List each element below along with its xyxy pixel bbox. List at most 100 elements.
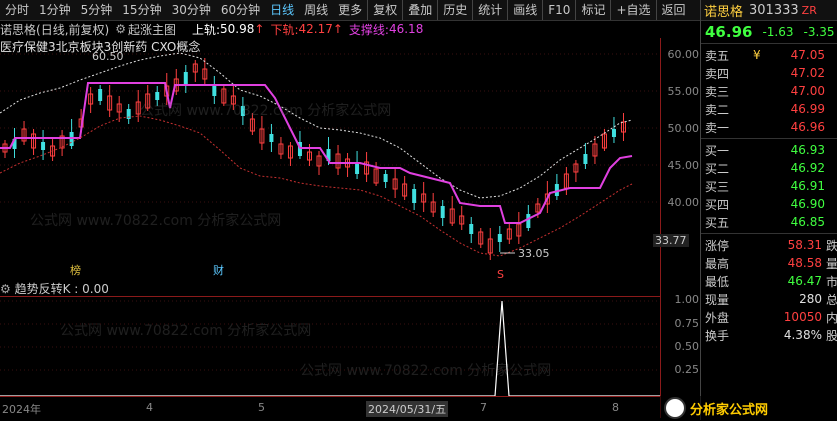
tab-period-3[interactable]: 15分钟: [117, 0, 166, 20]
tab-period-0[interactable]: 分时: [0, 0, 34, 20]
stat-tail: 内: [825, 310, 837, 325]
date-axis: 2024年 4 5 2024/05/31/五 7 8: [0, 396, 660, 421]
upper-value: 50.98: [220, 22, 255, 36]
ask-price: 47.05: [790, 48, 825, 62]
tool-draw[interactable]: 画线: [507, 0, 542, 20]
quote-panel: 诺思格 301333 ZR 46.96 -1.63 -3.35 卖五 ¥47.05…: [700, 0, 837, 420]
tool-history[interactable]: 历史: [437, 0, 472, 20]
date-tick: 4: [146, 401, 153, 414]
tool-overlay[interactable]: 叠加: [402, 0, 437, 20]
bid-row[interactable]: 买一 46.93: [701, 141, 837, 159]
ask-row[interactable]: 卖一 46.96: [701, 118, 837, 136]
indicator-tick: 0.25: [674, 363, 700, 376]
gear-icon[interactable]: ⚙: [115, 22, 126, 36]
indicator-name[interactable]: 起涨主图: [128, 21, 176, 38]
marker-fin[interactable]: 财: [213, 263, 224, 277]
ask-row[interactable]: 卖四 47.02: [701, 64, 837, 82]
tool-stats[interactable]: 统计: [472, 0, 507, 20]
price-tick: 55.00: [667, 85, 700, 98]
stat-value: 10050: [783, 310, 822, 324]
gear-icon[interactable]: ⚙: [0, 282, 15, 296]
bid-price: 46.93: [790, 143, 825, 157]
tab-period-6[interactable]: 日线: [265, 0, 299, 20]
price-tick: 60.00: [667, 48, 700, 61]
bid-label: 买四: [705, 197, 730, 212]
bid-row[interactable]: 买二 46.92: [701, 159, 837, 177]
candle-body: [183, 72, 188, 86]
stat-label: 外盘: [705, 310, 730, 325]
quote-badge: ZR: [801, 3, 817, 17]
bid-price: 46.92: [790, 161, 825, 175]
stat-value: 46.47: [787, 274, 822, 288]
price-tick: 40.00: [667, 196, 700, 209]
ask-label: 卖一: [705, 120, 730, 135]
lower-band-line: [0, 115, 633, 257]
tool-f10[interactable]: F10: [542, 0, 575, 20]
tab-period-8[interactable]: 更多: [333, 0, 367, 20]
stat-value: 280: [799, 292, 822, 306]
lower-value: 42.17: [298, 22, 333, 36]
bid-row[interactable]: 买五 46.85: [701, 213, 837, 231]
indicator-tick: 0.75: [674, 317, 700, 330]
ask-price: 46.99: [790, 102, 825, 116]
candle-body: [440, 206, 445, 218]
ask-row[interactable]: 卖二 46.99: [701, 100, 837, 118]
tab-period-1[interactable]: 1分钟: [34, 0, 76, 20]
upper-label: 上轨:: [191, 22, 221, 37]
date-tick: 2024/05/31/五: [366, 401, 449, 417]
bid-label: 买二: [705, 161, 730, 176]
reversal-signal-line: [0, 300, 660, 397]
support-label: 支撑线:: [348, 22, 389, 37]
tab-period-5[interactable]: 60分钟: [216, 0, 265, 20]
tab-period-2[interactable]: 5分钟: [76, 0, 118, 20]
candle-body: [383, 174, 388, 182]
indicator-tick: 0.50: [674, 340, 700, 353]
bid-row[interactable]: 买四 46.90: [701, 195, 837, 213]
bid-price: 46.91: [790, 179, 825, 193]
brand-logo: 分析家公式网: [660, 396, 837, 420]
stat-label: 涨停: [705, 238, 730, 253]
bid-list: 买一 46.93 买二 46.92 买三 46.91 买四 46.90 买五 46.85: [701, 139, 837, 234]
tool-restore[interactable]: 复权: [367, 0, 402, 20]
tab-period-7[interactable]: 周线: [299, 0, 333, 20]
ask-label: 卖三: [705, 84, 730, 99]
current-price-tag: 33.77: [653, 234, 689, 247]
marker-bang[interactable]: 榜: [70, 263, 81, 277]
ask-label: 卖二: [705, 102, 730, 117]
ask-price: 47.00: [790, 84, 825, 98]
tool-back[interactable]: 返回: [655, 0, 691, 20]
indicator-chart[interactable]: [0, 296, 660, 397]
stat-label: 换手: [705, 328, 730, 343]
stat-row: 换手 4.38% 股: [701, 326, 837, 344]
tool-mark[interactable]: 标记: [575, 0, 610, 20]
bid-row[interactable]: 买三 46.91: [701, 177, 837, 195]
lower-label: 下轨:: [270, 22, 299, 37]
quote-change: -1.63: [762, 25, 794, 39]
ask-row[interactable]: 卖三 47.00: [701, 82, 837, 100]
lower-arrow-icon: ↑: [332, 22, 343, 36]
toolbar: 分时 1分钟 5分钟 15分钟 30分钟 60分钟 日线 周线 更多 复权 叠加…: [0, 0, 700, 21]
ask-row[interactable]: 卖五 ¥47.05: [701, 46, 837, 64]
candle-body: [240, 106, 245, 116]
brand-name: 分析家公式网: [690, 402, 769, 418]
bid-label: 买五: [705, 215, 730, 230]
football-icon: [664, 397, 686, 419]
marker-s[interactable]: S: [497, 268, 504, 278]
candle-body: [526, 214, 531, 228]
stat-tail: 市: [825, 274, 837, 289]
tab-period-4[interactable]: 30分钟: [167, 0, 216, 20]
candle-body: [41, 142, 46, 150]
tool-add-watch[interactable]: +自选: [610, 0, 655, 20]
price-chart[interactable]: 60.50 33.05 医疗保健3北京板块3创新药 CXO概念 榜 财 S: [0, 38, 660, 278]
stat-row: 现量 280 总: [701, 290, 837, 308]
bid-price: 46.90: [790, 197, 825, 211]
bid-label: 买一: [705, 143, 730, 158]
concept-tags: 医疗保健3北京板块3创新药 CXO概念: [0, 39, 200, 54]
stat-value: 4.38%: [783, 328, 822, 342]
candle-body: [412, 189, 417, 203]
stat-value: 58.31: [787, 238, 822, 252]
stat-tail: 股: [825, 328, 837, 343]
price-tick: 45.00: [667, 159, 700, 172]
quote-price: 46.96: [705, 23, 753, 41]
stats-list: 涨停 58.31 跌最高 48.58 量最低 46.47 市现量 280 总外盘 10050 内换手…: [701, 234, 837, 346]
